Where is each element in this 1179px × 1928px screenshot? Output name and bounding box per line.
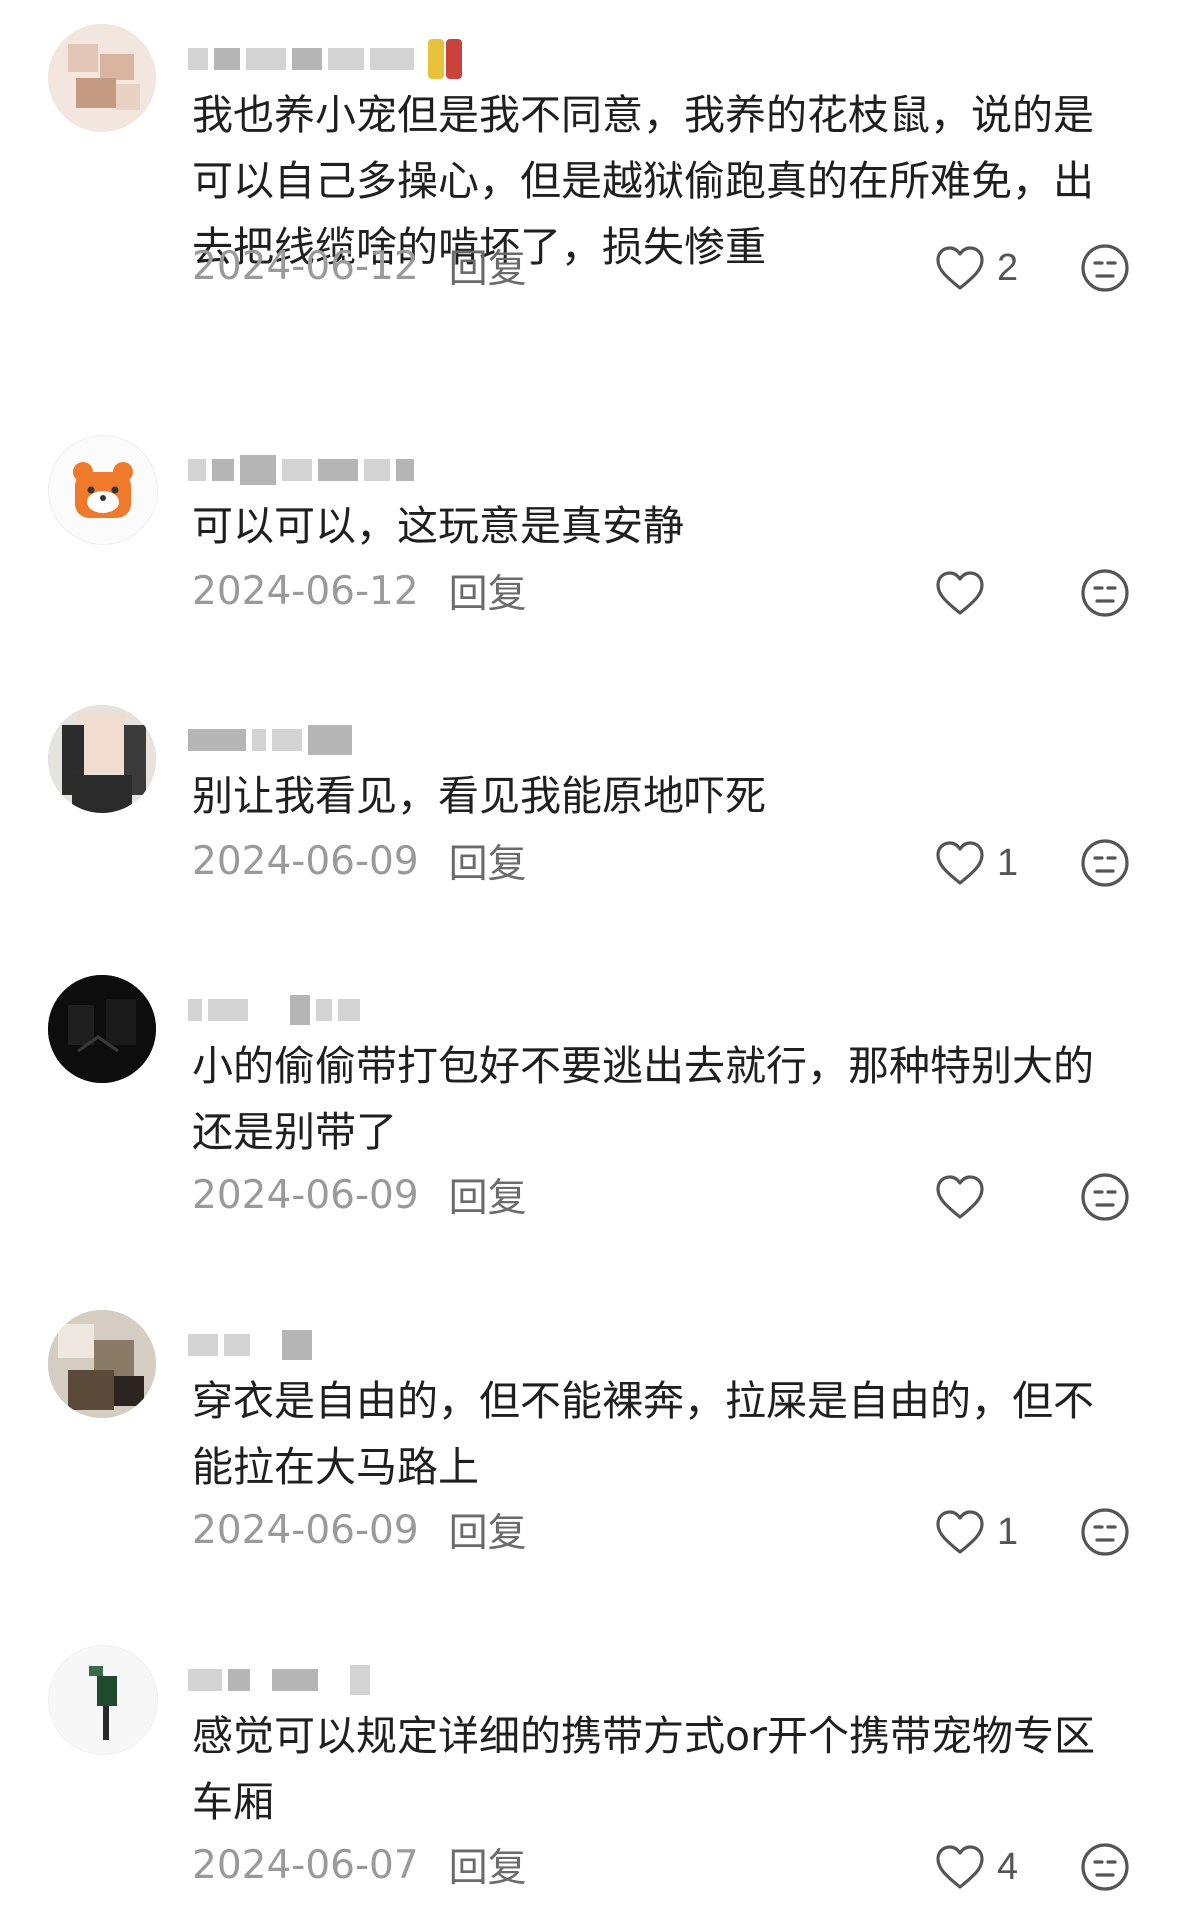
reply-button[interactable]: 回复 — [449, 238, 527, 294]
comment-date: 2024-06-09 — [192, 1507, 419, 1553]
like-count: 1 — [997, 841, 1019, 884]
comment-meta: 2024-06-12 回复 — [192, 236, 527, 296]
comment-item: 穿衣是自由的，但不能裸奔，拉屎是自由的，但不 能拉在大马路上 2024-06-0… — [0, 1310, 1179, 1590]
heart-outline-icon — [936, 1845, 984, 1889]
comment-meta: 2024-06-12 回复 — [192, 561, 527, 621]
neutral-face-icon[interactable] — [1080, 1507, 1130, 1557]
comment-item: 小的偷偷带打包好不要逃出去就行，那种特别大的 还是别带了 2024-06-09 … — [0, 975, 1179, 1255]
heart-outline-icon — [936, 571, 984, 615]
comment-text: 别让我看见，看见我能原地吓死 — [192, 772, 766, 820]
comment-text: 可以可以，这玩意是真安静 — [192, 502, 684, 550]
avatar-image — [48, 705, 156, 813]
comment-item: 别让我看见，看见我能原地吓死 2024-06-09 回复 1 — [0, 705, 1179, 925]
comment-actions: 2 — [935, 238, 1135, 298]
comment-meta: 2024-06-07 回复 — [192, 1835, 527, 1895]
comment-meta: 2024-06-09 回复 — [192, 1500, 527, 1560]
like-button[interactable]: 1 — [935, 1502, 1018, 1562]
neutral-face-icon[interactable] — [1080, 568, 1130, 618]
like-count: 1 — [997, 1510, 1019, 1553]
avatar[interactable] — [48, 1310, 156, 1418]
like-button[interactable]: 4 — [935, 1837, 1018, 1897]
comment-text: 穿衣是自由的，但不能裸奔，拉屎是自由的，但不 能拉在大马路上 — [192, 1377, 1094, 1491]
like-button[interactable] — [935, 563, 997, 623]
reply-button[interactable]: 回复 — [449, 1837, 527, 1893]
heart-outline-icon — [936, 246, 984, 290]
heart-outline-icon — [936, 1510, 984, 1554]
reply-button[interactable]: 回复 — [449, 563, 527, 619]
comment-item: 可以可以，这玩意是真安静 2024-06-12 回复 — [0, 435, 1179, 655]
avatar[interactable] — [48, 705, 156, 813]
avatar[interactable] — [48, 24, 156, 132]
avatar-image — [48, 24, 156, 132]
comment-actions: 4 — [935, 1837, 1135, 1897]
neutral-face-icon[interactable] — [1080, 838, 1130, 888]
neutral-face-icon[interactable] — [1080, 243, 1130, 293]
heart-outline-icon — [936, 841, 984, 885]
comment-date: 2024-06-07 — [192, 1842, 419, 1888]
comment-date: 2024-06-09 — [192, 838, 419, 884]
comment-text: 感觉可以规定详细的携带方式or开个携带宠物专区 车厢 — [192, 1712, 1095, 1826]
reply-button[interactable]: 回复 — [449, 1167, 527, 1223]
comment-actions — [935, 1167, 1135, 1227]
like-count: 4 — [997, 1845, 1019, 1888]
like-button[interactable]: 1 — [935, 833, 1018, 893]
avatar[interactable] — [48, 435, 158, 545]
heart-outline-icon — [936, 1175, 984, 1219]
people-emoji-icon — [428, 39, 462, 79]
avatar-image — [48, 975, 156, 1083]
avatar[interactable] — [48, 975, 156, 1083]
username-pixelated[interactable] — [188, 993, 360, 1027]
comment-actions: 1 — [935, 833, 1135, 893]
bear-avatar-image — [49, 436, 157, 544]
neutral-face-icon[interactable] — [1080, 1172, 1130, 1222]
comment-item: 感觉可以规定详细的携带方式or开个携带宠物专区 车厢 2024-06-07 回复… — [0, 1645, 1179, 1928]
like-button[interactable]: 2 — [935, 238, 1018, 298]
reply-button[interactable]: 回复 — [449, 833, 527, 889]
comment-date: 2024-06-12 — [192, 243, 419, 289]
username-pixelated[interactable] — [188, 1328, 312, 1362]
comment-meta: 2024-06-09 回复 — [192, 831, 527, 891]
comment-actions: 1 — [935, 1502, 1135, 1562]
username-pixelated[interactable] — [188, 1663, 370, 1697]
avatar-image — [49, 1646, 157, 1754]
username-pixelated[interactable] — [188, 453, 414, 487]
username-pixelated[interactable] — [188, 39, 462, 79]
comment-date: 2024-06-12 — [192, 568, 419, 614]
comment-actions — [935, 563, 1135, 623]
like-count: 2 — [997, 246, 1019, 289]
avatar[interactable] — [48, 1645, 158, 1755]
comment-date: 2024-06-09 — [192, 1172, 419, 1218]
like-button[interactable] — [935, 1167, 997, 1227]
username-pixelated[interactable] — [188, 723, 352, 757]
comment-item: 我也养小宠但是我不同意，我养的花枝鼠，说的是 可以自己多操心，但是越狱偷跑真的在… — [0, 24, 1179, 324]
neutral-face-icon[interactable] — [1080, 1842, 1130, 1892]
reply-button[interactable]: 回复 — [449, 1502, 527, 1558]
avatar-image — [48, 1310, 156, 1418]
comment-meta: 2024-06-09 回复 — [192, 1165, 527, 1225]
comment-text: 小的偷偷带打包好不要逃出去就行，那种特别大的 还是别带了 — [192, 1042, 1094, 1156]
